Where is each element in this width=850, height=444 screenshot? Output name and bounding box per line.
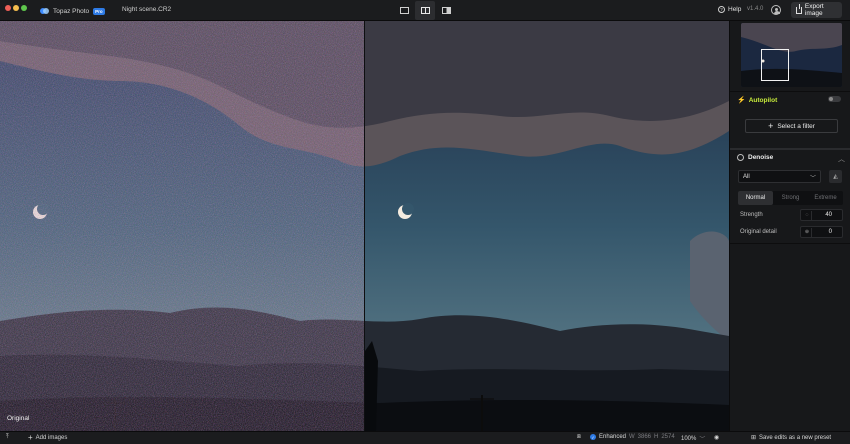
- select-filter-label: Select a filter: [777, 122, 815, 130]
- model-settings-icon[interactable]: ◭: [829, 170, 842, 183]
- height-value: 2574: [661, 434, 675, 440]
- save-preset-button[interactable]: ⊞ Save edits as a new preset: [751, 434, 832, 442]
- navigator-viewport-box[interactable]: [761, 49, 789, 81]
- autopilot-toggle[interactable]: [828, 96, 841, 102]
- right-sidebar: ⤢ ⚡ Autopilot + Select a filter Denoise …: [729, 21, 850, 431]
- filter-divider: [730, 148, 850, 150]
- chevron-up-icon[interactable]: ︿: [838, 154, 845, 164]
- filter-enable-icon[interactable]: [737, 154, 744, 161]
- image-width: W 3866: [629, 434, 651, 440]
- zoom-dropdown[interactable]: 100% ﹀: [681, 434, 706, 444]
- app-version: v1.4.0: [747, 6, 764, 12]
- original-image-panel[interactable]: Original: [0, 21, 364, 431]
- original-label: Original: [7, 415, 30, 422]
- model-dropdown[interactable]: All ﹀: [738, 170, 821, 183]
- help-label: Help: [728, 6, 742, 13]
- app-brand: Topaz Photo Pro: [40, 6, 105, 16]
- bottom-bar: ⤒ + Add images ⧈ ✓ Enhanced W 3866 H 257…: [0, 431, 850, 444]
- single-view-button[interactable]: [394, 1, 414, 20]
- split-view-button[interactable]: [415, 1, 435, 20]
- mode-strong[interactable]: Strong: [773, 191, 808, 205]
- add-images-label: Add images: [35, 435, 68, 441]
- enhanced-label: Enhanced: [599, 434, 627, 440]
- separator: [730, 91, 850, 92]
- eye-icon[interactable]: ◉: [714, 434, 719, 441]
- zoom-value: 100%: [681, 435, 697, 442]
- original-detail-input[interactable]: ⊕ 0: [800, 226, 843, 238]
- save-preset-label: Save edits as a new preset: [759, 434, 832, 441]
- original-detail-value: 0: [828, 229, 832, 235]
- preset-icon: ⊞: [751, 435, 757, 441]
- export-label: Export image: [804, 3, 824, 17]
- select-filter-button[interactable]: + Select a filter: [745, 119, 838, 133]
- mode-normal[interactable]: Normal: [738, 191, 773, 205]
- detail-icon: ⊕: [803, 227, 812, 237]
- single-view-icon: [399, 7, 409, 14]
- minimize-window-button[interactable]: [13, 5, 19, 11]
- denoise-filter-header[interactable]: Denoise: [737, 154, 773, 161]
- plus-icon: +: [768, 120, 774, 131]
- mode-extreme[interactable]: Extreme: [808, 191, 843, 205]
- width-value: 3866: [637, 434, 652, 440]
- maximize-window-button[interactable]: [21, 5, 27, 11]
- enhanced-photo: [365, 21, 729, 431]
- export-icon: [796, 3, 802, 14]
- filter-name: Denoise: [748, 154, 774, 161]
- split-view-icon: [420, 7, 430, 14]
- enhanced-image-panel[interactable]: ✓: [365, 21, 729, 431]
- navigator-thumbnail[interactable]: ⤢: [741, 23, 842, 87]
- top-bar: Topaz Photo Pro Night scene.CR2 ? Help v…: [0, 0, 850, 21]
- enhanced-toggle[interactable]: ✓ Enhanced: [590, 434, 626, 440]
- navigator-photo: [741, 23, 842, 87]
- model-value: All: [743, 173, 750, 180]
- app-name: Topaz Photo: [53, 7, 90, 15]
- pro-badge: Pro: [93, 7, 105, 15]
- strength-mode-selector: Normal Strong Extreme: [738, 191, 843, 205]
- original-detail-label: Original detail: [740, 229, 777, 235]
- image-height: H 2574: [654, 434, 675, 440]
- account-icon[interactable]: [771, 5, 781, 15]
- original-photo: [0, 21, 364, 431]
- strength-value: 40: [825, 212, 832, 218]
- separator: [730, 243, 850, 244]
- compare-icon[interactable]: ⧈: [577, 434, 581, 441]
- chevron-down-icon: ﹀: [699, 437, 706, 443]
- add-images-button[interactable]: + Add images: [28, 434, 67, 442]
- strength-label: Strength: [740, 212, 763, 218]
- upload-icon[interactable]: ⤒: [6, 434, 9, 441]
- file-name: Night scene.CR2: [122, 6, 172, 13]
- enhanced-check-icon: ✓: [590, 434, 596, 440]
- width-prefix: W: [629, 434, 635, 440]
- height-prefix: H: [654, 434, 659, 440]
- close-window-button[interactable]: [5, 5, 11, 11]
- strength-icon: ◌: [803, 210, 812, 220]
- topaz-logo-icon: [40, 7, 49, 15]
- export-image-button[interactable]: Export image: [791, 2, 842, 18]
- side-by-side-view-button[interactable]: [436, 1, 456, 20]
- side-by-side-icon: [441, 7, 451, 14]
- image-canvas[interactable]: Original ✓: [0, 21, 729, 431]
- help-icon: ?: [718, 6, 725, 13]
- help-button[interactable]: ? Help: [718, 6, 741, 13]
- strength-input[interactable]: ◌ 40: [800, 209, 843, 221]
- lightning-icon: ⚡: [737, 97, 746, 104]
- autopilot-text: Autopilot: [748, 96, 778, 104]
- chevron-down-icon: ﹀: [809, 176, 816, 182]
- autopilot-label: ⚡ Autopilot: [737, 96, 778, 105]
- plus-icon: +: [28, 433, 33, 442]
